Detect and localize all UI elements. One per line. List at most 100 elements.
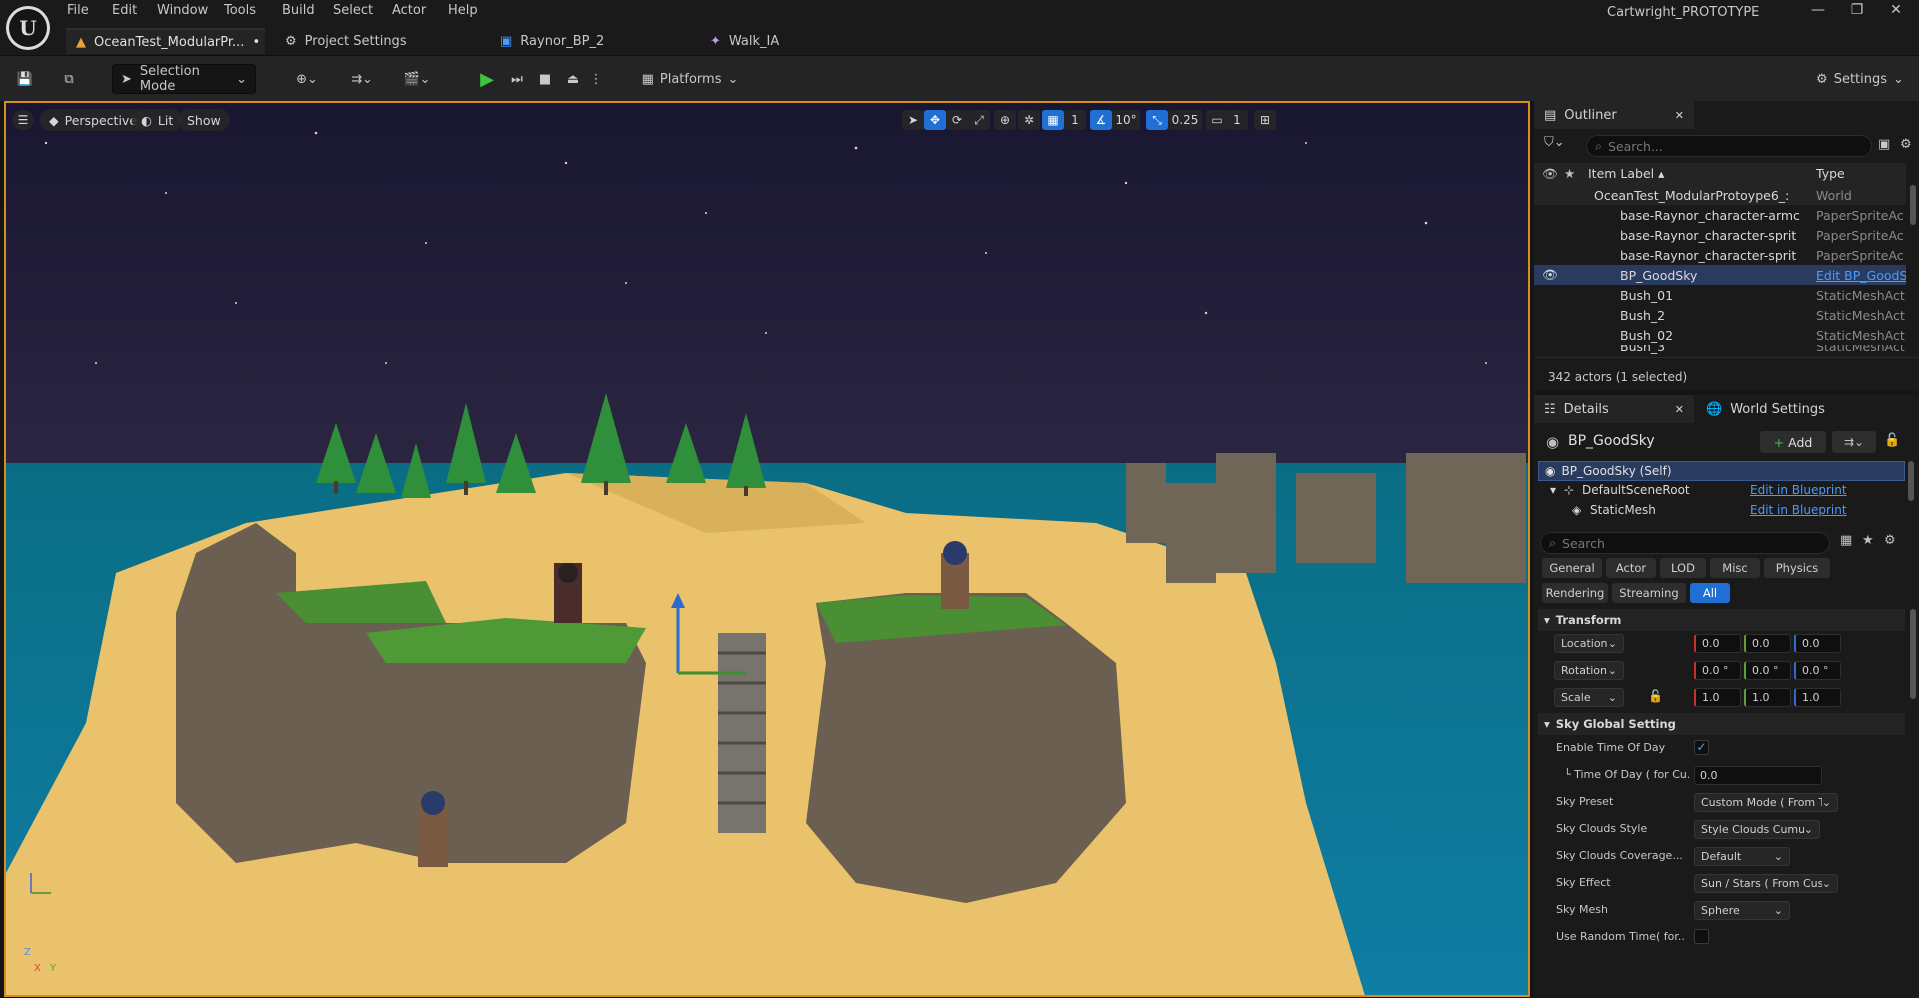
tab-ocean-test-level[interactable]: ▲ OceanTest_ModularPr... • (66, 28, 265, 54)
scale-x-input[interactable]: 1.0 (1694, 688, 1741, 707)
blueprint-menu-icon[interactable]: ⇉⌄ (343, 64, 381, 94)
rotation-y-input[interactable]: 0.0 ° (1744, 661, 1791, 680)
lit-dropdown[interactable]: ◐ Lit (132, 109, 183, 131)
sky-clouds-style-dropdown[interactable]: Style Clouds Cumulus A⌄ (1694, 820, 1820, 839)
move-tool-icon[interactable]: ✥ (924, 110, 946, 130)
settings-dropdown[interactable]: ⚙ Settings ⌄ (1812, 64, 1908, 94)
menu-file[interactable]: File (67, 3, 89, 18)
perspective-dropdown[interactable]: ◆ Perspective (40, 109, 147, 131)
table-view-icon[interactable]: ▦ (1840, 533, 1852, 548)
add-component-button[interactable]: + Add (1760, 431, 1826, 453)
rotate-tool-icon[interactable]: ⟳ (946, 110, 968, 130)
restore-button[interactable]: ❐ (1839, 2, 1875, 24)
grid-size-value[interactable]: 1 (1064, 110, 1086, 130)
details-search-input[interactable]: ⌕ Search (1540, 532, 1830, 554)
sky-mesh-dropdown[interactable]: Sphere ⌄ (1694, 901, 1790, 920)
platforms-dropdown[interactable]: ▦ Platforms ⌄ (640, 64, 740, 94)
viewport-options-icon[interactable]: ☰ (12, 110, 34, 130)
cinematics-icon[interactable]: 🎬⌄ (398, 64, 436, 94)
camera-speed-icon[interactable]: ▭ (1206, 110, 1228, 130)
menu-tools[interactable]: Tools (224, 3, 256, 18)
rotation-x-input[interactable]: 0.0 ° (1694, 661, 1741, 680)
gear-icon[interactable]: ⚙ (1900, 137, 1912, 152)
details-scrollbar[interactable] (1910, 609, 1916, 699)
list-item[interactable]: Bush_2 StaticMeshAct (1534, 305, 1906, 325)
list-item-selected[interactable]: 👁 BP_GoodSky Edit BP_GoodS (1534, 265, 1906, 285)
location-x-input[interactable]: 0.0 (1694, 634, 1741, 653)
close-button[interactable]: ✕ (1878, 2, 1914, 24)
visibility-icon[interactable]: 👁 (1542, 267, 1558, 283)
level-viewport[interactable]: ☰ ◆ Perspective ◐ Lit Show ➤ ✥ ⟳ ⤢ ⊕ ✲ ▦… (4, 101, 1530, 997)
list-item[interactable]: Bush_02 StaticMeshAct (1534, 325, 1906, 345)
location-dropdown[interactable]: Location ⌄ (1554, 634, 1624, 653)
rotation-snap-icon[interactable]: ∡ (1090, 110, 1112, 130)
camera-speed-value[interactable]: 1 (1226, 110, 1248, 130)
location-z-input[interactable]: 0.0 (1794, 634, 1841, 653)
col-type[interactable]: Type (1816, 166, 1845, 181)
rotation-z-input[interactable]: 0.0 ° (1794, 661, 1841, 680)
close-icon[interactable]: ✕ (1675, 403, 1684, 416)
col-item-label[interactable]: Item Label ▴ (1588, 166, 1664, 181)
sky-effect-dropdown[interactable]: Sun / Stars ( From Custom N⌄ (1694, 874, 1838, 893)
outliner-scrollbar[interactable] (1910, 185, 1916, 225)
stop-icon[interactable]: ■ (532, 64, 558, 94)
category-actor[interactable]: Actor (1606, 558, 1656, 578)
save-icon[interactable]: 💾 (12, 64, 38, 94)
section-transform[interactable]: ▾ Transform (1538, 609, 1905, 631)
menu-edit[interactable]: Edit (112, 3, 137, 18)
scale-snap-value[interactable]: 0.25 (1168, 110, 1202, 130)
component-default-scene-root[interactable]: ▾ ⊹ DefaultSceneRoot Edit in Blueprint (1538, 481, 1905, 501)
category-streaming[interactable]: Streaming (1612, 583, 1686, 603)
play-options-icon[interactable]: ⋮ (588, 64, 604, 94)
blueprint-options-icon[interactable]: ⇉⌄ (1832, 431, 1876, 453)
show-dropdown[interactable]: Show (178, 109, 230, 131)
components-scrollbar[interactable] (1908, 461, 1914, 501)
filter-icon[interactable]: ⛉⌄ (1544, 135, 1576, 157)
category-lod[interactable]: LOD (1660, 558, 1706, 578)
maximize-viewport-icon[interactable]: ⊞ (1254, 110, 1276, 130)
tab-details[interactable]: ☷ Details ✕ (1534, 395, 1694, 423)
enable-time-of-day-checkbox[interactable]: ✓ (1694, 740, 1709, 755)
menu-window[interactable]: Window (157, 3, 208, 18)
menu-build[interactable]: Build (282, 3, 315, 18)
selection-mode-dropdown[interactable]: ➤ Selection Mode ⌄ (112, 64, 256, 94)
gear-icon[interactable]: ⚙ (1884, 533, 1896, 548)
rotation-snap-value[interactable]: 10° (1112, 110, 1140, 130)
scale-dropdown[interactable]: Scale ⌄ (1554, 688, 1624, 707)
list-item[interactable]: Bush_3 StaticMeshAct (1534, 345, 1906, 355)
frame-skip-icon[interactable]: ⏭ (504, 64, 530, 94)
list-item[interactable]: base-Raynor_character-sprit PaperSpriteA… (1534, 225, 1906, 245)
select-tool-icon[interactable]: ➤ (902, 110, 924, 130)
component-static-mesh[interactable]: ◈ StaticMesh Edit in Blueprint (1538, 501, 1905, 521)
edit-in-blueprint-link[interactable]: Edit in Blueprint (1750, 503, 1847, 517)
rotation-dropdown[interactable]: Rotation ⌄ (1554, 661, 1624, 680)
scale-snap-icon[interactable]: ⤡ (1146, 110, 1168, 130)
menu-select[interactable]: Select (333, 3, 373, 18)
category-rendering[interactable]: Rendering (1542, 583, 1608, 603)
grid-snap-icon[interactable]: ▦ (1042, 110, 1064, 130)
tab-raynor-bp[interactable]: ▣ Raynor_BP_2 (490, 28, 614, 54)
visibility-icon[interactable]: 👁 (1542, 166, 1558, 182)
content-browser-icon[interactable]: ⧉ (56, 64, 82, 94)
tab-world-settings[interactable]: 🌐 World Settings (1696, 395, 1896, 423)
edit-in-blueprint-link[interactable]: Edit in Blueprint (1750, 483, 1847, 497)
section-sky-global-setting[interactable]: ▾ Sky Global Setting (1538, 713, 1905, 735)
list-item[interactable]: base-Raynor_character-armc PaperSpriteAc (1534, 205, 1906, 225)
lock-icon[interactable]: 🔓 (1884, 433, 1900, 448)
tab-outliner[interactable]: ▤ Outliner ✕ (1534, 101, 1694, 129)
play-icon[interactable]: ▶ (472, 64, 502, 94)
surface-snap-icon[interactable]: ✲ (1018, 110, 1040, 130)
eject-icon[interactable]: ⏏ (560, 64, 586, 94)
sky-clouds-coverage-dropdown[interactable]: Default ⌄ (1694, 847, 1790, 866)
world-space-icon[interactable]: ⊕ (994, 110, 1016, 130)
scale-z-input[interactable]: 1.0 (1794, 688, 1841, 707)
row-type-link[interactable]: Edit BP_GoodS (1816, 268, 1906, 283)
list-item[interactable]: base-Raynor_character-sprit PaperSpriteA… (1534, 245, 1906, 265)
component-self[interactable]: ◉ BP_GoodSky (Self) (1538, 461, 1905, 481)
category-physics[interactable]: Physics (1764, 558, 1830, 578)
star-icon[interactable]: ★ (1862, 533, 1874, 548)
sky-preset-dropdown[interactable]: Custom Mode ( From Time C⌄ (1694, 793, 1838, 812)
menu-help[interactable]: Help (448, 3, 478, 18)
close-icon[interactable]: ✕ (1675, 109, 1684, 122)
collapse-arrow-icon[interactable]: ▾ (1550, 483, 1556, 497)
